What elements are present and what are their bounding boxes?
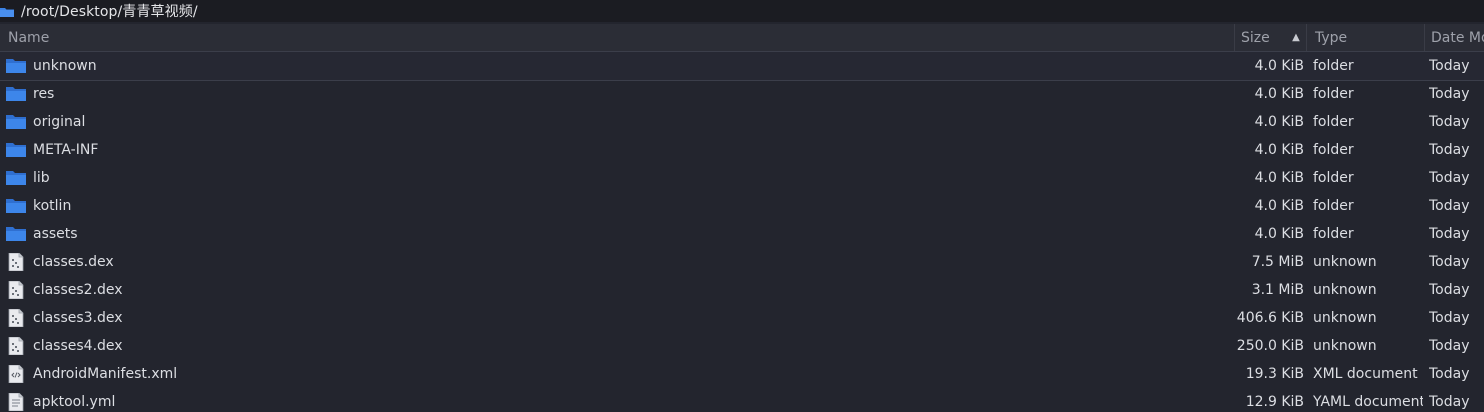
binary-file-icon	[6, 336, 26, 356]
file-name: lib	[33, 170, 50, 186]
column-type-header[interactable]: Type	[1306, 24, 1424, 52]
file-name: classes4.dex	[33, 338, 123, 354]
file-date-modified: Today	[1429, 254, 1470, 270]
column-header: Name Size ▲ Type Date Mo	[0, 24, 1484, 53]
location-bar[interactable]: /root/Desktop/青青草视频/	[0, 0, 1484, 22]
file-row[interactable]: classes2.dex 3.1 MiB unknown Today	[0, 276, 1484, 304]
file-date-modified: Today	[1429, 114, 1470, 130]
file-name: META-INF	[33, 142, 99, 158]
file-list[interactable]: Name Size ▲ Type Date Mo unknown 4.0 KiB f…	[0, 24, 1484, 412]
binary-file-icon	[6, 308, 26, 328]
file-name: classes3.dex	[33, 310, 123, 326]
file-type: folder	[1313, 86, 1354, 102]
xml-file-icon	[6, 364, 26, 384]
file-type: folder	[1313, 142, 1354, 158]
folder-icon	[6, 141, 26, 159]
file-name: res	[33, 86, 55, 102]
binary-file-icon	[6, 252, 26, 272]
file-size: 7.5 MiB	[1251, 254, 1304, 270]
file-size: 4.0 KiB	[1254, 114, 1304, 130]
file-type: unknown	[1313, 338, 1377, 354]
file-date-modified: Today	[1429, 394, 1470, 410]
file-date-modified: Today	[1429, 226, 1470, 242]
file-date-modified: Today	[1429, 170, 1470, 186]
file-type: folder	[1313, 198, 1354, 214]
file-name: classes.dex	[33, 254, 114, 270]
file-name: AndroidManifest.xml	[33, 366, 178, 382]
file-size: 4.0 KiB	[1254, 170, 1304, 186]
file-row[interactable]: lib 4.0 KiB folder Today	[0, 164, 1484, 192]
file-row[interactable]: original 4.0 KiB folder Today	[0, 108, 1484, 136]
folder-icon	[0, 4, 14, 18]
file-name: unknown	[33, 58, 97, 74]
file-row[interactable]: assets 4.0 KiB folder Today	[0, 220, 1484, 248]
file-date-modified: Today	[1429, 282, 1470, 298]
file-rows: unknown 4.0 KiB folder Today res 4.0 KiB folde…	[0, 51, 1484, 412]
file-row[interactable]: META-INF 4.0 KiB folder Today	[0, 136, 1484, 164]
file-row[interactable]: classes3.dex 406.6 KiB unknown Today	[0, 304, 1484, 332]
file-type: folder	[1313, 226, 1354, 242]
file-size: 4.0 KiB	[1254, 142, 1304, 158]
file-date-modified: Today	[1429, 198, 1470, 214]
file-date-modified: Today	[1429, 142, 1470, 158]
sort-ascending-icon: ▲	[1292, 32, 1300, 43]
file-type: folder	[1313, 170, 1354, 186]
file-name: assets	[33, 226, 78, 242]
folder-icon	[6, 85, 26, 103]
file-type: XML document	[1313, 366, 1418, 382]
column-date-header[interactable]: Date Mo	[1424, 24, 1484, 52]
binary-file-icon	[6, 280, 26, 300]
file-date-modified: Today	[1429, 58, 1470, 74]
file-type: YAML document	[1313, 394, 1423, 410]
text-file-icon	[6, 392, 26, 412]
folder-icon	[6, 197, 26, 215]
file-type: unknown	[1313, 254, 1377, 270]
file-type: folder	[1313, 114, 1354, 130]
file-name: apktool.yml	[33, 394, 116, 410]
file-date-modified: Today	[1429, 338, 1470, 354]
current-path: /root/Desktop/青青草视频/	[21, 4, 198, 20]
file-size: 3.1 MiB	[1251, 282, 1304, 298]
file-row[interactable]: unknown 4.0 KiB folder Today	[0, 51, 1484, 81]
folder-icon	[6, 113, 26, 131]
file-type: folder	[1313, 58, 1354, 74]
folder-icon	[6, 57, 26, 75]
folder-icon	[6, 225, 26, 243]
file-type: unknown	[1313, 310, 1377, 326]
file-row[interactable]: classes.dex 7.5 MiB unknown Today	[0, 248, 1484, 276]
file-date-modified: Today	[1429, 86, 1470, 102]
file-size: 250.0 KiB	[1236, 338, 1304, 354]
file-size: 4.0 KiB	[1254, 198, 1304, 214]
file-type: unknown	[1313, 282, 1377, 298]
file-size: 19.3 KiB	[1245, 366, 1304, 382]
file-name: original	[33, 114, 86, 130]
column-name-header[interactable]: Name	[0, 24, 1234, 52]
file-size: 4.0 KiB	[1254, 226, 1304, 242]
folder-icon	[6, 169, 26, 187]
file-date-modified: Today	[1429, 366, 1470, 382]
file-size: 406.6 KiB	[1236, 310, 1304, 326]
file-size: 4.0 KiB	[1254, 58, 1304, 74]
file-row[interactable]: apktool.yml 12.9 KiB YAML document Today	[0, 388, 1484, 412]
file-row[interactable]: classes4.dex 250.0 KiB unknown Today	[0, 332, 1484, 360]
file-row[interactable]: kotlin 4.0 KiB folder Today	[0, 192, 1484, 220]
file-row[interactable]: res 4.0 KiB folder Today	[0, 80, 1484, 108]
file-name: kotlin	[33, 198, 72, 214]
file-row[interactable]: AndroidManifest.xml 19.3 KiB XML document T…	[0, 360, 1484, 388]
file-date-modified: Today	[1429, 310, 1470, 326]
file-name: classes2.dex	[33, 282, 123, 298]
file-size: 4.0 KiB	[1254, 86, 1304, 102]
file-size: 12.9 KiB	[1245, 394, 1304, 410]
